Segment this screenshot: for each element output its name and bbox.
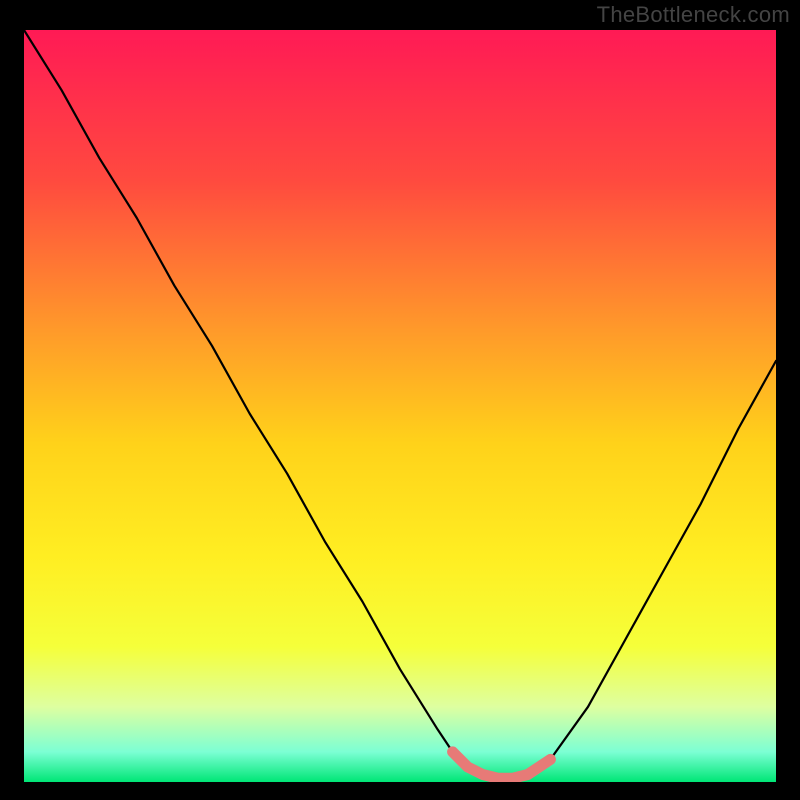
watermark-text: TheBottleneck.com [597,2,790,28]
bottleneck-chart [24,30,776,782]
